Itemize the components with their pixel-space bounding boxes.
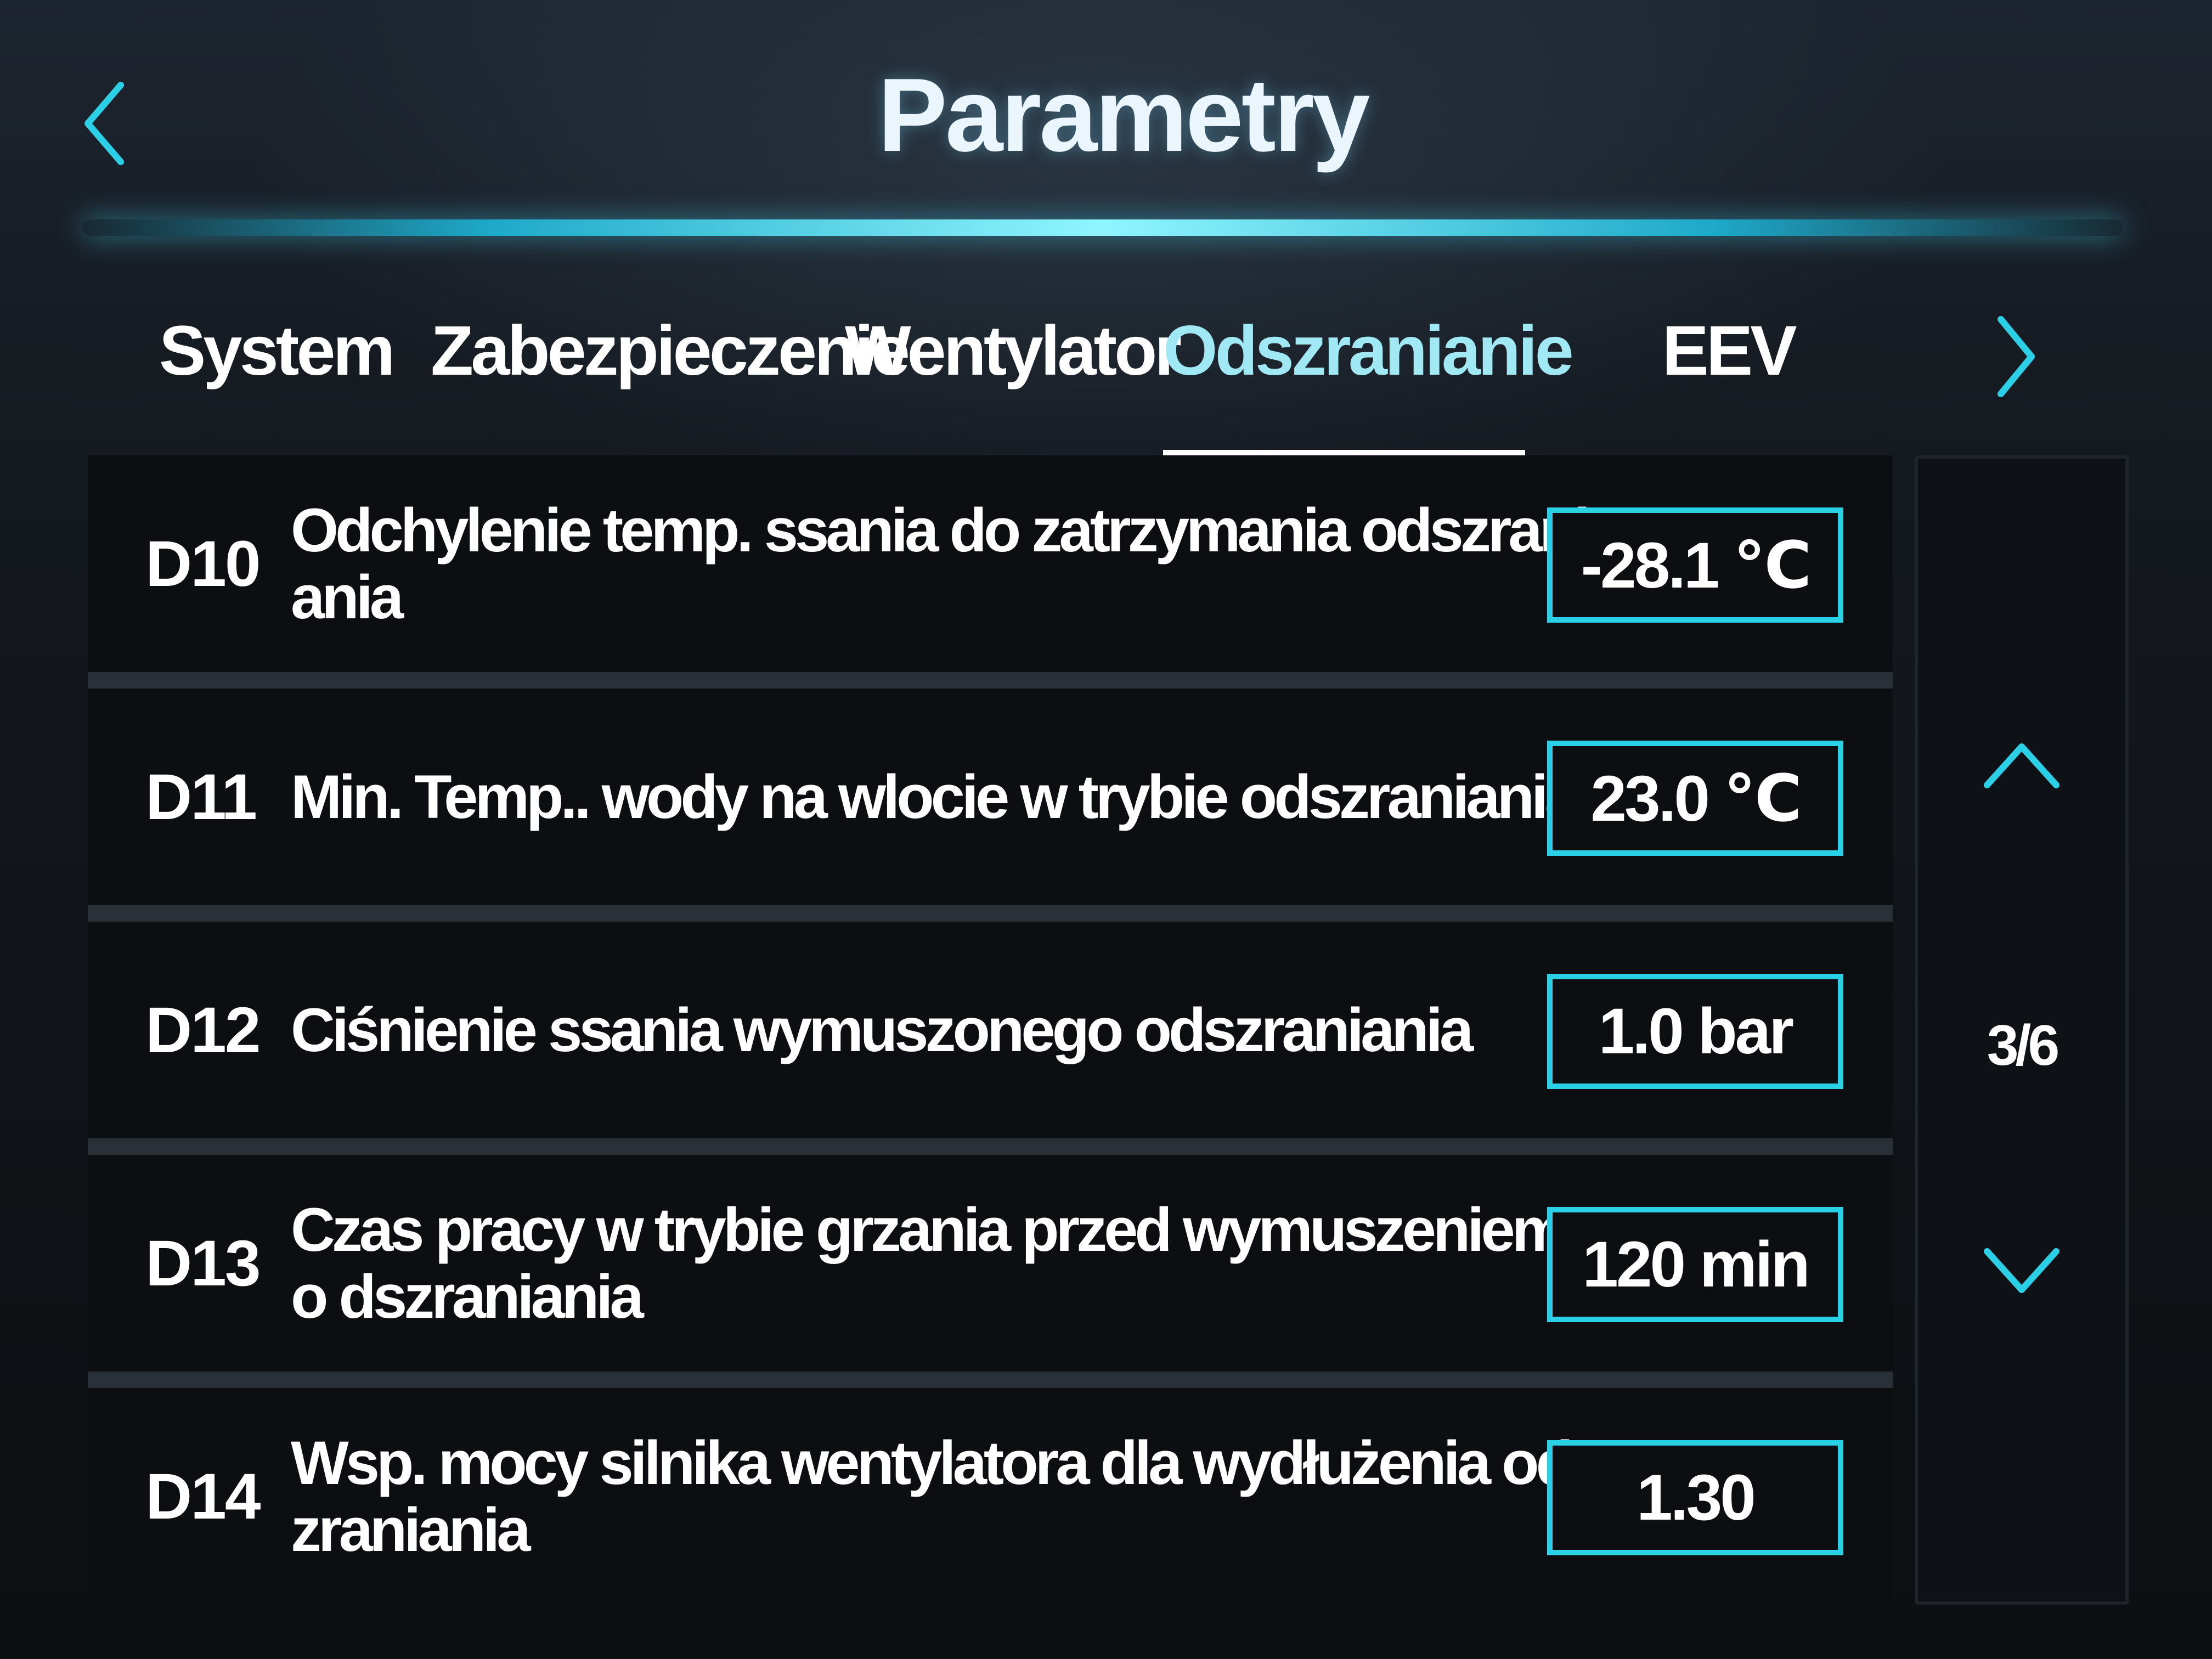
back-button[interactable] [77,71,132,176]
tab-wentylator[interactable]: Wentylator [845,296,1182,417]
chevron-down-icon [1980,1243,2063,1298]
parameter-label: Odchylenie temp. ssania do zatrzymania o… [291,495,1590,631]
parameter-code: D11 [145,760,257,833]
tab-system[interactable]: System [159,296,395,417]
parameter-value-field[interactable]: 23.0 ℃ [1547,741,1843,856]
parameter-value-field[interactable]: 1.30 [1547,1440,1843,1555]
parameter-list: D10 Odchylenie temp. ssania do zatrzyman… [88,455,1893,1605]
parameter-code: D12 [145,994,261,1066]
parameters-screen: Parametry System Zabezpieczenie Wentylat… [0,0,2212,1659]
parameter-row-d14[interactable]: D14 Wsp. mocy silnika wentylatora dla wy… [88,1388,1893,1605]
chevron-left-icon [80,77,129,170]
parameter-value-field[interactable]: 120 min [1547,1207,1843,1322]
parameter-code: D13 [145,1227,261,1300]
parameter-label: Wsp. mocy silnika wentylatora dla wydłuż… [291,1428,1604,1564]
parameter-value-field[interactable]: -28.1 ℃ [1547,507,1843,623]
parameter-row-d13[interactable]: D13 Czas pracy w trybie grzania przed wy… [88,1155,1893,1372]
parameter-row-d12[interactable]: D12 Ciśnienie ssania wymuszonego odszran… [88,922,1893,1138]
scroll-up-button[interactable] [1918,706,2125,826]
parameter-label: Ciśnienie ssania wymuszonego odszraniani… [291,995,1474,1064]
parameter-value-field[interactable]: 1.0 bar [1547,974,1843,1089]
tab-eev[interactable]: EEV [1635,296,1821,417]
parameter-row-d11[interactable]: D11 Min. Temp.. wody na wlocie w trybie … [88,689,1893,905]
tab-bar: System Zabezpieczenie Wentylator Odszran… [110,296,1975,461]
parameter-label: Czas pracy w trybie grzania przed wymusz… [291,1195,1566,1331]
chevron-up-icon [1980,738,2063,793]
tab-odszranianie[interactable]: Odszranianie [1163,296,1574,417]
parameter-code: D14 [145,1460,261,1533]
scroll-down-button[interactable] [1918,1210,2125,1331]
pagination-panel: 3/6 [1915,455,2129,1605]
title-divider [82,219,2123,236]
tabs-next-button[interactable] [1986,307,2046,406]
tab-zabezpieczenie[interactable]: Zabezpieczenie [431,296,910,417]
parameter-code: D10 [145,527,261,600]
parameter-row-d10[interactable]: D10 Odchylenie temp. ssania do zatrzyman… [88,455,1893,672]
parameter-label: Min. Temp.. wody na wlocie w trybie odsz… [291,762,1579,831]
page-title: Parametry [878,57,1370,173]
page-indicator: 3/6 [1987,1014,2060,1077]
chevron-right-icon [1994,313,2038,400]
